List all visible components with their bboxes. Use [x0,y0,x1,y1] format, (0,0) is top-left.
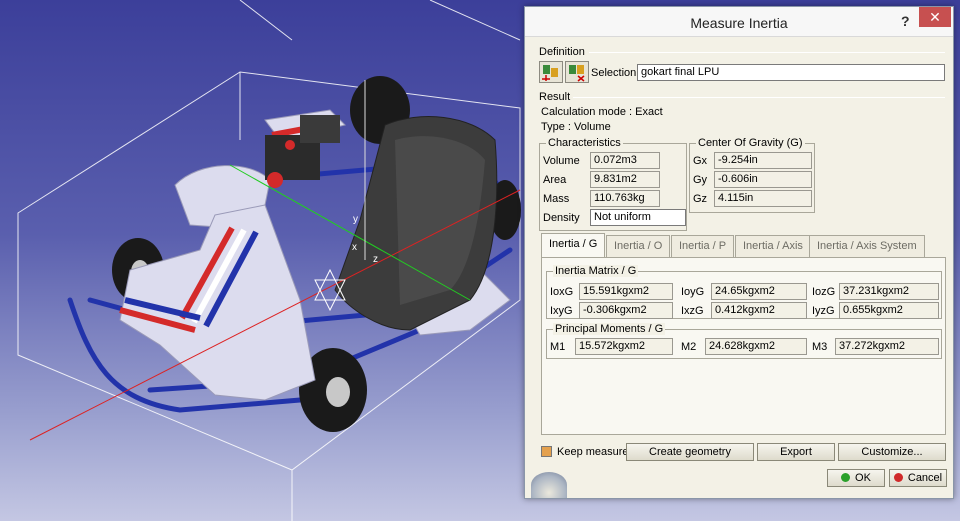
ixzg-label: IxzG [681,305,704,317]
cancel-label: Cancel [907,472,943,484]
create-geometry-button[interactable]: Create geometry [626,443,754,461]
m1-value: 15.572kgxm2 [575,338,673,355]
axis-y-label: y [353,214,358,225]
measure-item-icon[interactable] [539,61,563,83]
cancel-button[interactable]: Cancel [889,469,947,487]
tab-inertia-o[interactable]: Inertia / O [606,235,671,257]
customize-button[interactable]: Customize... [838,443,946,461]
definition-label: Definition [539,46,585,58]
inertia-g-panel: Inertia Matrix / G IoxG 15.591kgxm2 IoyG… [541,257,946,435]
principal-moments-title: Principal Moments / G [553,323,666,335]
mass-label: Mass [543,193,570,205]
title-bar[interactable]: Measure Inertia ? ✕ [525,7,953,37]
m3-value: 37.272kgxm2 [835,338,939,355]
cancel-icon [893,473,903,482]
ok-label: OK [855,472,871,484]
iozg-value: 37.231kgxm2 [839,283,939,300]
m1-label: M1 [550,341,566,353]
measure-inertia-dialog: Measure Inertia ? ✕ Definition Selection… [524,6,954,499]
keep-measure-checkbox[interactable] [541,446,552,457]
result-divider [573,97,945,98]
result-label: Result [539,91,571,103]
iozg-label: IozG [812,286,836,298]
iyzg-label: IyzG [812,305,835,317]
characteristics-group: Characteristics Volume 0.072m3 Area 9.83… [539,137,687,231]
center-of-gravity-title: Center Of Gravity (G) [696,137,805,149]
inertia-matrix-group: Inertia Matrix / G IoxG 15.591kgxm2 IoyG… [546,265,942,319]
ixzg-value: 0.412kgxm2 [711,302,807,319]
ok-icon [841,473,851,482]
ixyg-label: IxyG [550,305,573,317]
tab-inertia-p[interactable]: Inertia / P [671,235,735,257]
m2-value: 24.628kgxm2 [705,338,807,355]
measure-between-icon[interactable] [565,61,589,83]
area-value: 9.831m2 [590,171,660,188]
inertia-matrix-title: Inertia Matrix / G [553,265,639,277]
ioyg-label: IoyG [681,286,705,298]
close-button[interactable]: ✕ [919,7,951,27]
area-label: Area [543,174,567,186]
ixyg-value: -0.306kgxm2 [579,302,673,319]
help-button[interactable]: ? [901,13,910,29]
gy-value: -0.606in [714,171,812,188]
gx-value: -9.254in [714,152,812,169]
iyzg-value: 0.655kgxm2 [839,302,939,319]
m2-label: M2 [681,341,697,353]
export-button[interactable]: Export [757,443,835,461]
center-of-gravity-group: Center Of Gravity (G) Gx -9.254in Gy -0.… [689,137,815,213]
volume-value: 0.072m3 [590,152,660,169]
principal-moments-group: Principal Moments / G M1 15.572kgxm2 M2 … [546,323,942,359]
calculation-mode: Calculation mode : Exact [541,106,663,118]
gz-label: Gz [693,193,708,205]
density-value[interactable]: Not uniform [590,209,686,226]
ioyg-value: 24.65kgxm2 [711,283,807,300]
axis-x-label: x [352,242,357,253]
keep-measure-label: Keep measure [557,446,629,458]
gx-label: Gx [693,155,708,167]
mass-value: 110.763kg [590,190,660,207]
dialog-title: Measure Inertia [690,15,788,31]
tab-inertia-axis[interactable]: Inertia / Axis [735,235,811,257]
axis-z-label: z [373,254,378,265]
tab-inertia-axis-system[interactable]: Inertia / Axis System [809,235,925,257]
definition-divider [589,52,945,53]
result-type: Type : Volume [541,121,611,133]
ioxg-label: IoxG [550,286,574,298]
gz-value: 4.115in [714,190,812,207]
characteristics-title: Characteristics [546,137,623,149]
gy-label: Gy [693,174,708,186]
catia-compass-icon [531,472,567,498]
ioxg-value: 15.591kgxm2 [579,283,673,300]
tab-inertia-g[interactable]: Inertia / G [541,233,606,257]
density-label: Density [543,212,580,224]
volume-label: Volume [543,155,580,167]
selection-field[interactable]: gokart final LPU [637,64,945,81]
selection-label: Selection : [591,67,643,79]
ok-button[interactable]: OK [827,469,885,487]
m3-label: M3 [812,341,828,353]
